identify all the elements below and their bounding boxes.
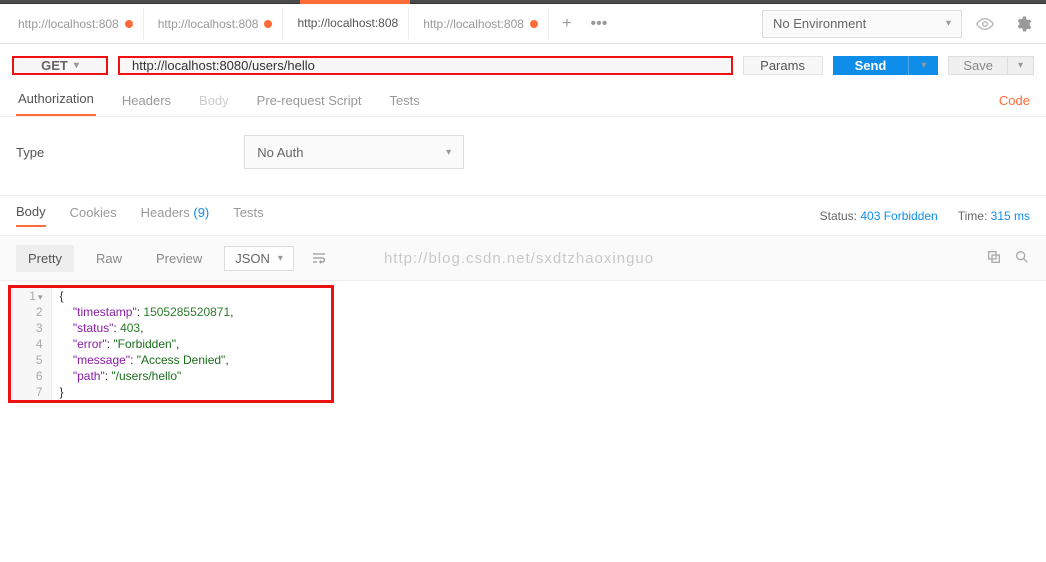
response-body: 1▾{ 2 "timestamp": 1505285520871, 3 "sta… [8, 285, 334, 403]
eye-icon[interactable] [970, 10, 1000, 38]
time-label: Time: 315 ms [958, 209, 1030, 223]
tab-tests[interactable]: Tests [387, 93, 421, 116]
tab-label: http://localhost:808 [18, 17, 119, 31]
send-group: Send [833, 56, 939, 75]
format-select[interactable]: JSON [224, 246, 294, 271]
line-number: 7 [11, 384, 51, 400]
line-number: 6 [11, 368, 51, 384]
send-button[interactable]: Send [833, 56, 909, 75]
code-line[interactable]: "status": 403, [51, 320, 331, 336]
save-button[interactable]: Save [948, 56, 1008, 75]
response-tabs: Body Cookies Headers (9) Tests Status: 4… [0, 196, 1046, 236]
unsaved-dot-icon [125, 20, 133, 28]
view-raw[interactable]: Raw [84, 245, 134, 272]
request-tab[interactable]: http://localhost:808 [148, 8, 284, 40]
code-table: 1▾{ 2 "timestamp": 1505285520871, 3 "sta… [11, 288, 331, 400]
chevron-down-icon [946, 18, 951, 29]
response-tab-cookies[interactable]: Cookies [70, 205, 117, 226]
line-number: 1▾ [11, 288, 51, 304]
http-method-select[interactable]: GET [12, 56, 108, 75]
chevron-down-icon [278, 253, 283, 264]
response-meta: Status: 403 Forbidden Time: 315 ms [820, 209, 1030, 223]
request-row: GET Params Send Save [0, 44, 1046, 83]
new-tab-button[interactable]: + [553, 10, 581, 38]
line-number: 4 [11, 336, 51, 352]
params-button[interactable]: Params [743, 56, 823, 75]
request-tab[interactable]: http://localhost:808 [413, 8, 549, 40]
line-number: 3 [11, 320, 51, 336]
auth-type-select[interactable]: No Auth [244, 135, 464, 169]
url-input-wrapper [118, 56, 733, 75]
url-input[interactable] [132, 58, 719, 73]
code-link[interactable]: Code [999, 93, 1030, 116]
response-tab-body[interactable]: Body [16, 204, 46, 227]
environment-select[interactable]: No Environment [762, 10, 962, 38]
search-icon[interactable] [1014, 249, 1030, 268]
code-line[interactable]: { [51, 288, 331, 304]
code-line[interactable]: "timestamp": 1505285520871, [51, 304, 331, 320]
line-number: 5 [11, 352, 51, 368]
tabs-row: http://localhost:808 http://localhost:80… [0, 4, 1046, 44]
gear-icon[interactable] [1008, 10, 1038, 38]
line-number: 2 [11, 304, 51, 320]
auth-type-label: Type [16, 145, 44, 160]
send-dropdown[interactable] [908, 56, 938, 75]
chevron-down-icon [446, 147, 451, 158]
code-line[interactable]: "error": "Forbidden", [51, 336, 331, 352]
unsaved-dot-icon [264, 20, 272, 28]
tab-headers[interactable]: Headers [120, 93, 173, 116]
time-value: 315 ms [991, 209, 1030, 223]
view-pretty[interactable]: Pretty [16, 245, 74, 272]
http-method-value: GET [41, 58, 68, 73]
chevron-down-icon [1018, 60, 1023, 71]
tab-overflow-button[interactable]: ••• [585, 10, 613, 38]
request-subtabs: Authorization Headers Body Pre-request S… [0, 83, 1046, 117]
environment-controls: No Environment [762, 10, 1038, 38]
wrap-lines-icon[interactable] [304, 244, 334, 272]
tab-label: http://localhost:808 [423, 17, 524, 31]
response-tab-headers[interactable]: Headers (9) [141, 205, 210, 226]
request-tabs: http://localhost:808 http://localhost:80… [8, 8, 762, 40]
status-value: 403 Forbidden [860, 209, 937, 223]
tab-prerequest[interactable]: Pre-request Script [255, 93, 364, 116]
view-preview[interactable]: Preview [144, 245, 214, 272]
authorization-panel: Type No Auth [0, 117, 1046, 196]
unsaved-dot-icon [530, 20, 538, 28]
environment-value: No Environment [773, 16, 866, 31]
tab-label: http://localhost:808 [297, 16, 398, 30]
request-tab[interactable]: http://localhost:808 [287, 8, 409, 40]
tab-authorization[interactable]: Authorization [16, 91, 96, 116]
auth-type-value: No Auth [257, 145, 303, 160]
code-line[interactable]: "path": "/users/hello" [51, 368, 331, 384]
chevron-down-icon [74, 60, 79, 71]
watermark-text: http://blog.csdn.net/sxdtzhaoxinguo [384, 250, 654, 267]
window-topbar [0, 0, 1046, 4]
save-dropdown[interactable] [1008, 56, 1034, 75]
status-label: Status: 403 Forbidden [820, 209, 938, 223]
code-line[interactable]: "message": "Access Denied", [51, 352, 331, 368]
code-line[interactable]: } [51, 384, 331, 400]
headers-count: (9) [193, 205, 209, 220]
response-tab-tests[interactable]: Tests [233, 205, 263, 226]
tab-body[interactable]: Body [197, 93, 231, 116]
chevron-down-icon [921, 60, 926, 71]
request-tab[interactable]: http://localhost:808 [8, 8, 144, 40]
copy-icon[interactable] [986, 249, 1002, 268]
save-group: Save [948, 56, 1034, 75]
tab-label: http://localhost:808 [158, 17, 259, 31]
viewer-toolbar: Pretty Raw Preview JSON http://blog.csdn… [0, 236, 1046, 281]
